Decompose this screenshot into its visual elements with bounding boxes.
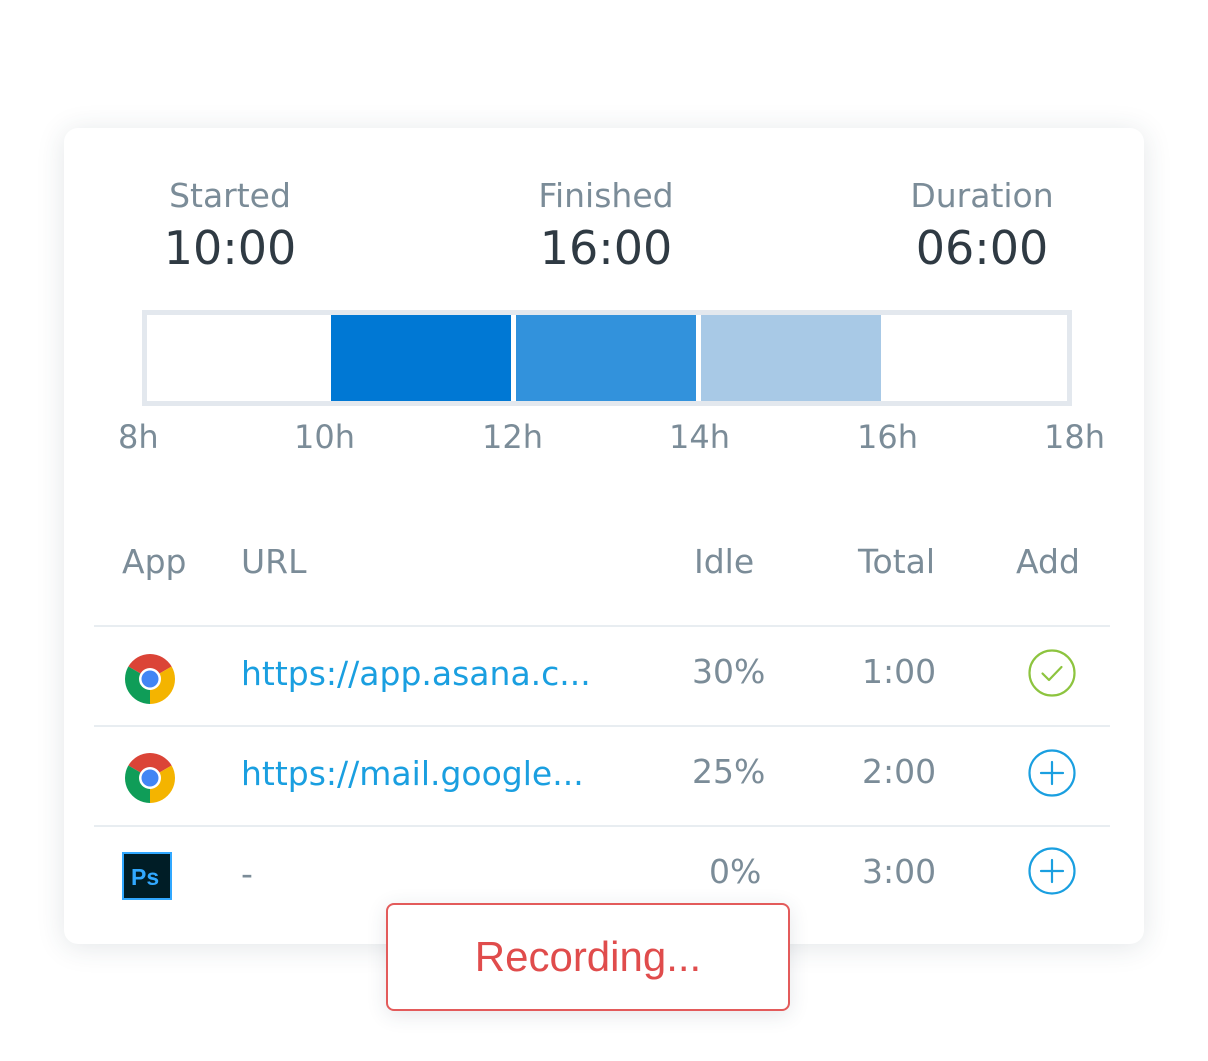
column-header-url: URL [241, 542, 307, 581]
timeline-segment-10-12 [331, 315, 511, 401]
row-total: 1:00 [862, 652, 937, 691]
recording-badge[interactable]: Recording... [386, 903, 790, 1011]
finished-value: 16:00 [539, 221, 673, 275]
photoshop-icon: Ps [122, 852, 172, 900]
started-value: 10:00 [163, 221, 297, 275]
started-stat: Started 10:00 [160, 174, 300, 276]
column-header-idle: Idle [694, 542, 755, 581]
row-total: 2:00 [862, 752, 937, 791]
chrome-icon [125, 753, 175, 803]
axis-label-14h: 14h [669, 418, 730, 456]
timeline-segment-12-14 [516, 315, 696, 401]
row-total: 3:00 [862, 852, 937, 891]
axis-label-8h: 8h [118, 418, 159, 456]
column-header-app: App [122, 542, 187, 581]
axis-label-12h: 12h [482, 418, 543, 456]
row-url: - [241, 854, 253, 893]
table-divider [94, 625, 1110, 627]
table-divider [94, 725, 1110, 727]
svg-text:Ps: Ps [131, 864, 159, 890]
table-divider [94, 825, 1110, 827]
check-circle-icon[interactable] [1027, 648, 1077, 698]
row-idle: 25% [692, 752, 766, 791]
column-header-total: Total [858, 542, 936, 581]
time-tracking-card: Started 10:00 Finished 16:00 Duration 06… [64, 128, 1144, 944]
duration-stat: Duration 06:00 [897, 174, 1067, 276]
column-header-add: Add [1016, 542, 1080, 581]
finished-label: Finished [538, 176, 674, 215]
timeline-segment-14-16 [701, 315, 881, 401]
row-url[interactable]: https://mail.google... [241, 754, 584, 793]
add-circle-icon[interactable] [1027, 846, 1077, 896]
row-idle: 0% [709, 852, 762, 891]
timeline-bar [142, 310, 1072, 406]
row-idle: 30% [692, 652, 766, 691]
finished-stat: Finished 16:00 [526, 174, 686, 276]
add-circle-icon[interactable] [1027, 748, 1077, 798]
duration-label: Duration [910, 176, 1054, 215]
chrome-icon [125, 654, 175, 704]
row-url[interactable]: https://app.asana.c... [241, 654, 591, 693]
started-label: Started [169, 176, 291, 215]
axis-label-10h: 10h [294, 418, 355, 456]
duration-value: 06:00 [915, 221, 1049, 275]
axis-label-16h: 16h [857, 418, 918, 456]
axis-label-18h: 18h [1044, 418, 1105, 456]
